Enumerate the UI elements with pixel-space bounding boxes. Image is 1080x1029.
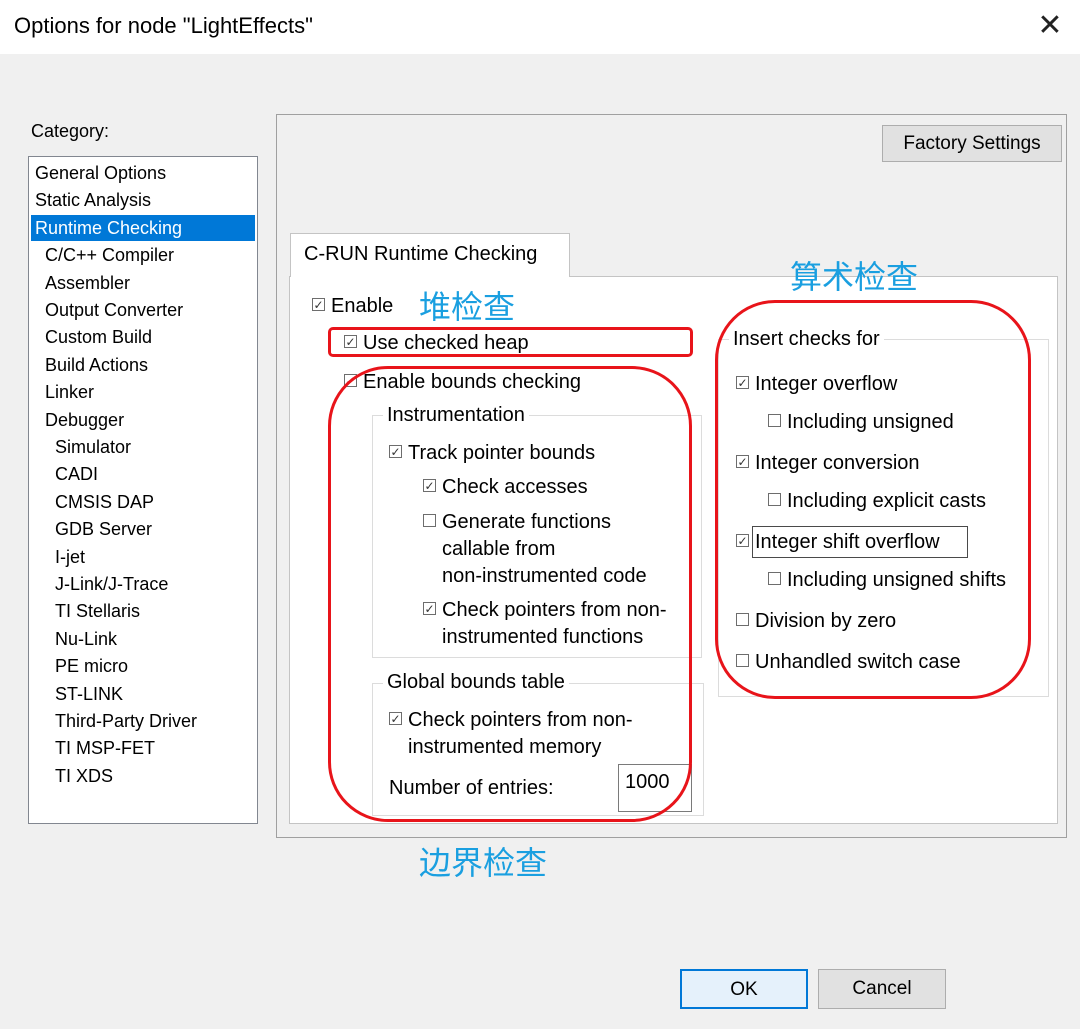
category-item-label: Debugger	[45, 409, 125, 430]
category-item-assembler[interactable]: Assembler	[31, 270, 255, 296]
category-label: Category:	[31, 121, 110, 141]
tab-c-run-runtime-checking[interactable]: C-RUN Runtime Checking	[290, 233, 570, 277]
category-item-nu-link[interactable]: Nu-Link	[31, 626, 255, 652]
category-item-ti-msp-fet[interactable]: TI MSP-FET	[31, 735, 255, 761]
heap-check-highlight	[328, 327, 693, 357]
category-item-label: Build Actions	[45, 354, 149, 375]
category-item-label: Simulator	[55, 437, 132, 457]
category-item-output-converter[interactable]: Output Converter	[31, 297, 255, 323]
category-item-build-actions[interactable]: Build Actions	[31, 352, 255, 378]
category-item-label: ST-LINK	[55, 683, 124, 704]
category-item-label: Runtime Checking	[35, 217, 183, 238]
category-item-linker[interactable]: Linker	[31, 379, 255, 405]
category-item-label: PE micro	[55, 656, 129, 677]
category-item-label: TI XDS	[55, 765, 114, 786]
window-title: Options for node "LightEffects"	[14, 13, 313, 38]
category-item-st-link[interactable]: ST-LINK	[31, 681, 255, 707]
category-item-label: TI Stellaris	[55, 601, 141, 622]
category-item-debugger[interactable]: Debugger	[31, 407, 255, 433]
category-item-custom-build[interactable]: Custom Build	[31, 324, 255, 350]
category-item-static-analysis[interactable]: Static Analysis	[31, 187, 255, 213]
category-item-label: TI MSP-FET	[55, 738, 155, 759]
category-item-label: J-Link/J-Trace	[55, 574, 169, 594]
arithmetic-check-highlight	[715, 300, 1031, 699]
category-item-label: GDB Server	[55, 519, 153, 540]
category-item-label: Custom Build	[45, 327, 153, 348]
category-item-gdb-server[interactable]: GDB Server	[31, 516, 255, 542]
category-item-ti-stellaris[interactable]: TI Stellaris	[31, 598, 255, 624]
factory-settings-button[interactable]: Factory Settings	[882, 125, 1062, 162]
category-item-label: General Options	[35, 163, 167, 183]
checkbox-icon: ✓	[312, 298, 325, 313]
category-item-label: Static Analysis	[35, 190, 152, 211]
category-item-label: Output Converter	[45, 300, 184, 320]
category-item-label: I-jet	[55, 546, 86, 567]
category-item-c-c-compiler[interactable]: C/C++ Compiler	[31, 242, 255, 268]
category-item-ti-xds[interactable]: TI XDS	[31, 763, 255, 789]
category-item-label: Linker	[45, 382, 95, 403]
category-item-label: Third-Party Driver	[55, 711, 198, 731]
category-item-label: CMSIS DAP	[55, 491, 155, 512]
category-item-j-link-j-trace[interactable]: J-Link/J-Trace	[31, 571, 255, 597]
category-item-general-options[interactable]: General Options	[31, 160, 255, 186]
category-list[interactable]: General Options Static Analysis Runtime Ch…	[28, 156, 258, 824]
cancel-button[interactable]: Cancel	[818, 969, 946, 1009]
category-item-label: Nu-Link	[55, 628, 118, 649]
enable-checkbox[interactable]: ✓ Enable	[312, 293, 393, 319]
category-item-third-party-driver[interactable]: Third-Party Driver	[31, 708, 255, 734]
bounds-check-highlight	[328, 366, 692, 822]
category-item-runtime-checking[interactable]: Runtime Checking	[31, 214, 255, 241]
category-item-i-jet[interactable]: I-jet	[31, 544, 255, 570]
heap-check-annotation: 堆检查	[419, 288, 516, 326]
category-item-label: CADI	[55, 464, 99, 485]
close-icon[interactable]: ✕	[1030, 6, 1070, 46]
category-item-label: C/C++ Compiler	[45, 245, 175, 266]
bounds-check-annotation: 边界检查	[419, 844, 548, 882]
category-item-cmsis-dap[interactable]: CMSIS DAP	[31, 489, 255, 515]
category-item-simulator[interactable]: Simulator	[31, 434, 255, 460]
category-item-cadi[interactable]: CADI	[31, 461, 255, 487]
category-item-label: Assembler	[45, 272, 131, 293]
ok-button[interactable]: OK	[680, 969, 808, 1009]
category-item-pe-micro[interactable]: PE micro	[31, 653, 255, 679]
arithmetic-check-annotation: 算术检查	[790, 258, 919, 296]
